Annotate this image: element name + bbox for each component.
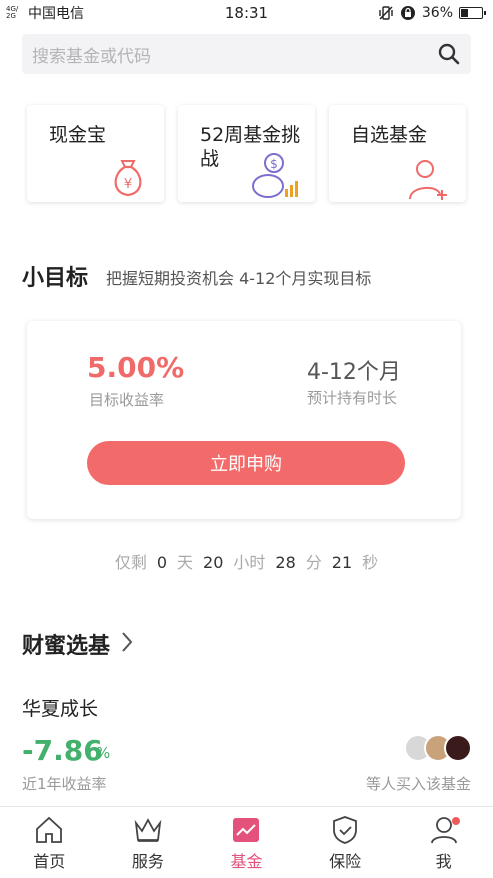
tab-home[interactable]: 首页 [0,807,99,878]
network-type: 4G/ 2G [6,5,19,20]
countdown-hours-unit: 小时 [233,553,266,572]
countdown-prefix: 仅剩 [114,553,147,572]
svg-text:$: $ [270,157,278,171]
tab-label: 服务 [131,852,164,871]
home-icon [36,816,63,843]
countdown-seconds: 21 [331,553,353,572]
fund-return-label: 近1年收益率 [22,775,107,793]
carrier-name: 中国电信 [28,6,84,22]
buyers-text: 等人买入该基金 [365,775,471,793]
tab-label: 保险 [329,852,362,871]
card-favorite-funds[interactable]: 自选基金 [329,105,466,202]
buy-button[interactable]: 立即申购 [87,441,405,485]
tab-label: 基金 [230,852,263,871]
holding-duration: 4-12个月 [307,360,401,385]
battery-icon [459,7,486,19]
search-bar[interactable]: 搜索基金或代码 [22,34,471,74]
chevron-right-icon[interactable] [120,630,134,654]
countdown-days: 0 [156,553,168,572]
shield-icon [333,816,357,844]
search-icon[interactable] [437,42,461,66]
target-rate: 5.00% [87,351,185,384]
card-52-week-challenge[interactable]: 52周基金挑战 $ [178,105,315,202]
section-subtitle: 把握短期投资机会 4-12个月实现目标 [106,269,372,288]
add-user-icon [409,160,447,200]
buyer-avatars [404,734,472,764]
money-bag-icon: ¥ [114,160,142,197]
chart-icon [233,818,260,842]
card-label: 现金宝 [49,124,107,146]
card-cash-treasure[interactable]: 现金宝 ¥ [27,105,164,202]
avatar [444,734,472,762]
tab-insurance[interactable]: 保险 [296,807,395,878]
rotation-lock-icon [400,6,415,20]
tab-label: 我 [435,852,452,871]
tab-fund[interactable]: 基金 [197,807,296,878]
countdown-minutes-unit: 分 [305,553,322,572]
target-rate-label: 目标收益率 [89,391,165,409]
countdown-minutes: 28 [275,553,296,572]
countdown: 仅剩 0 天 20 小时 28 分 21 秒 [0,549,493,573]
pick-section-title[interactable]: 财蜜选基 [22,628,110,660]
countdown-seconds-unit: 秒 [362,553,379,572]
fund-return: -7.86 [22,734,103,767]
vibrate-icon [379,6,393,20]
card-label: 自选基金 [351,124,428,146]
fund-return-unit: % [96,744,111,762]
countdown-hours: 20 [203,553,224,572]
countdown-days-unit: 天 [177,553,194,572]
piggy-bank-icon: $ [252,153,298,198]
status-bar: 4G/ 2G 中国电信 18:31 36% [0,0,493,26]
section-title: 小目标 [22,266,89,291]
svg-text:¥: ¥ [124,177,132,192]
tab-me[interactable]: 我 [394,807,493,878]
holding-duration-label: 预计持有时长 [307,389,398,407]
search-input[interactable]: 搜索基金或代码 [32,42,437,67]
tab-bar: 首页 服务 基金 保险 我 [0,806,493,878]
crown-icon [134,818,162,842]
fund-name[interactable]: 华夏成长 [22,694,98,721]
tab-label: 首页 [33,852,66,871]
goal-card[interactable]: 5.00% 目标收益率 4-12个月 预计持有时长 立即申购 [27,321,461,519]
tab-service[interactable]: 服务 [99,807,198,878]
battery-percent: 36% [421,5,453,21]
